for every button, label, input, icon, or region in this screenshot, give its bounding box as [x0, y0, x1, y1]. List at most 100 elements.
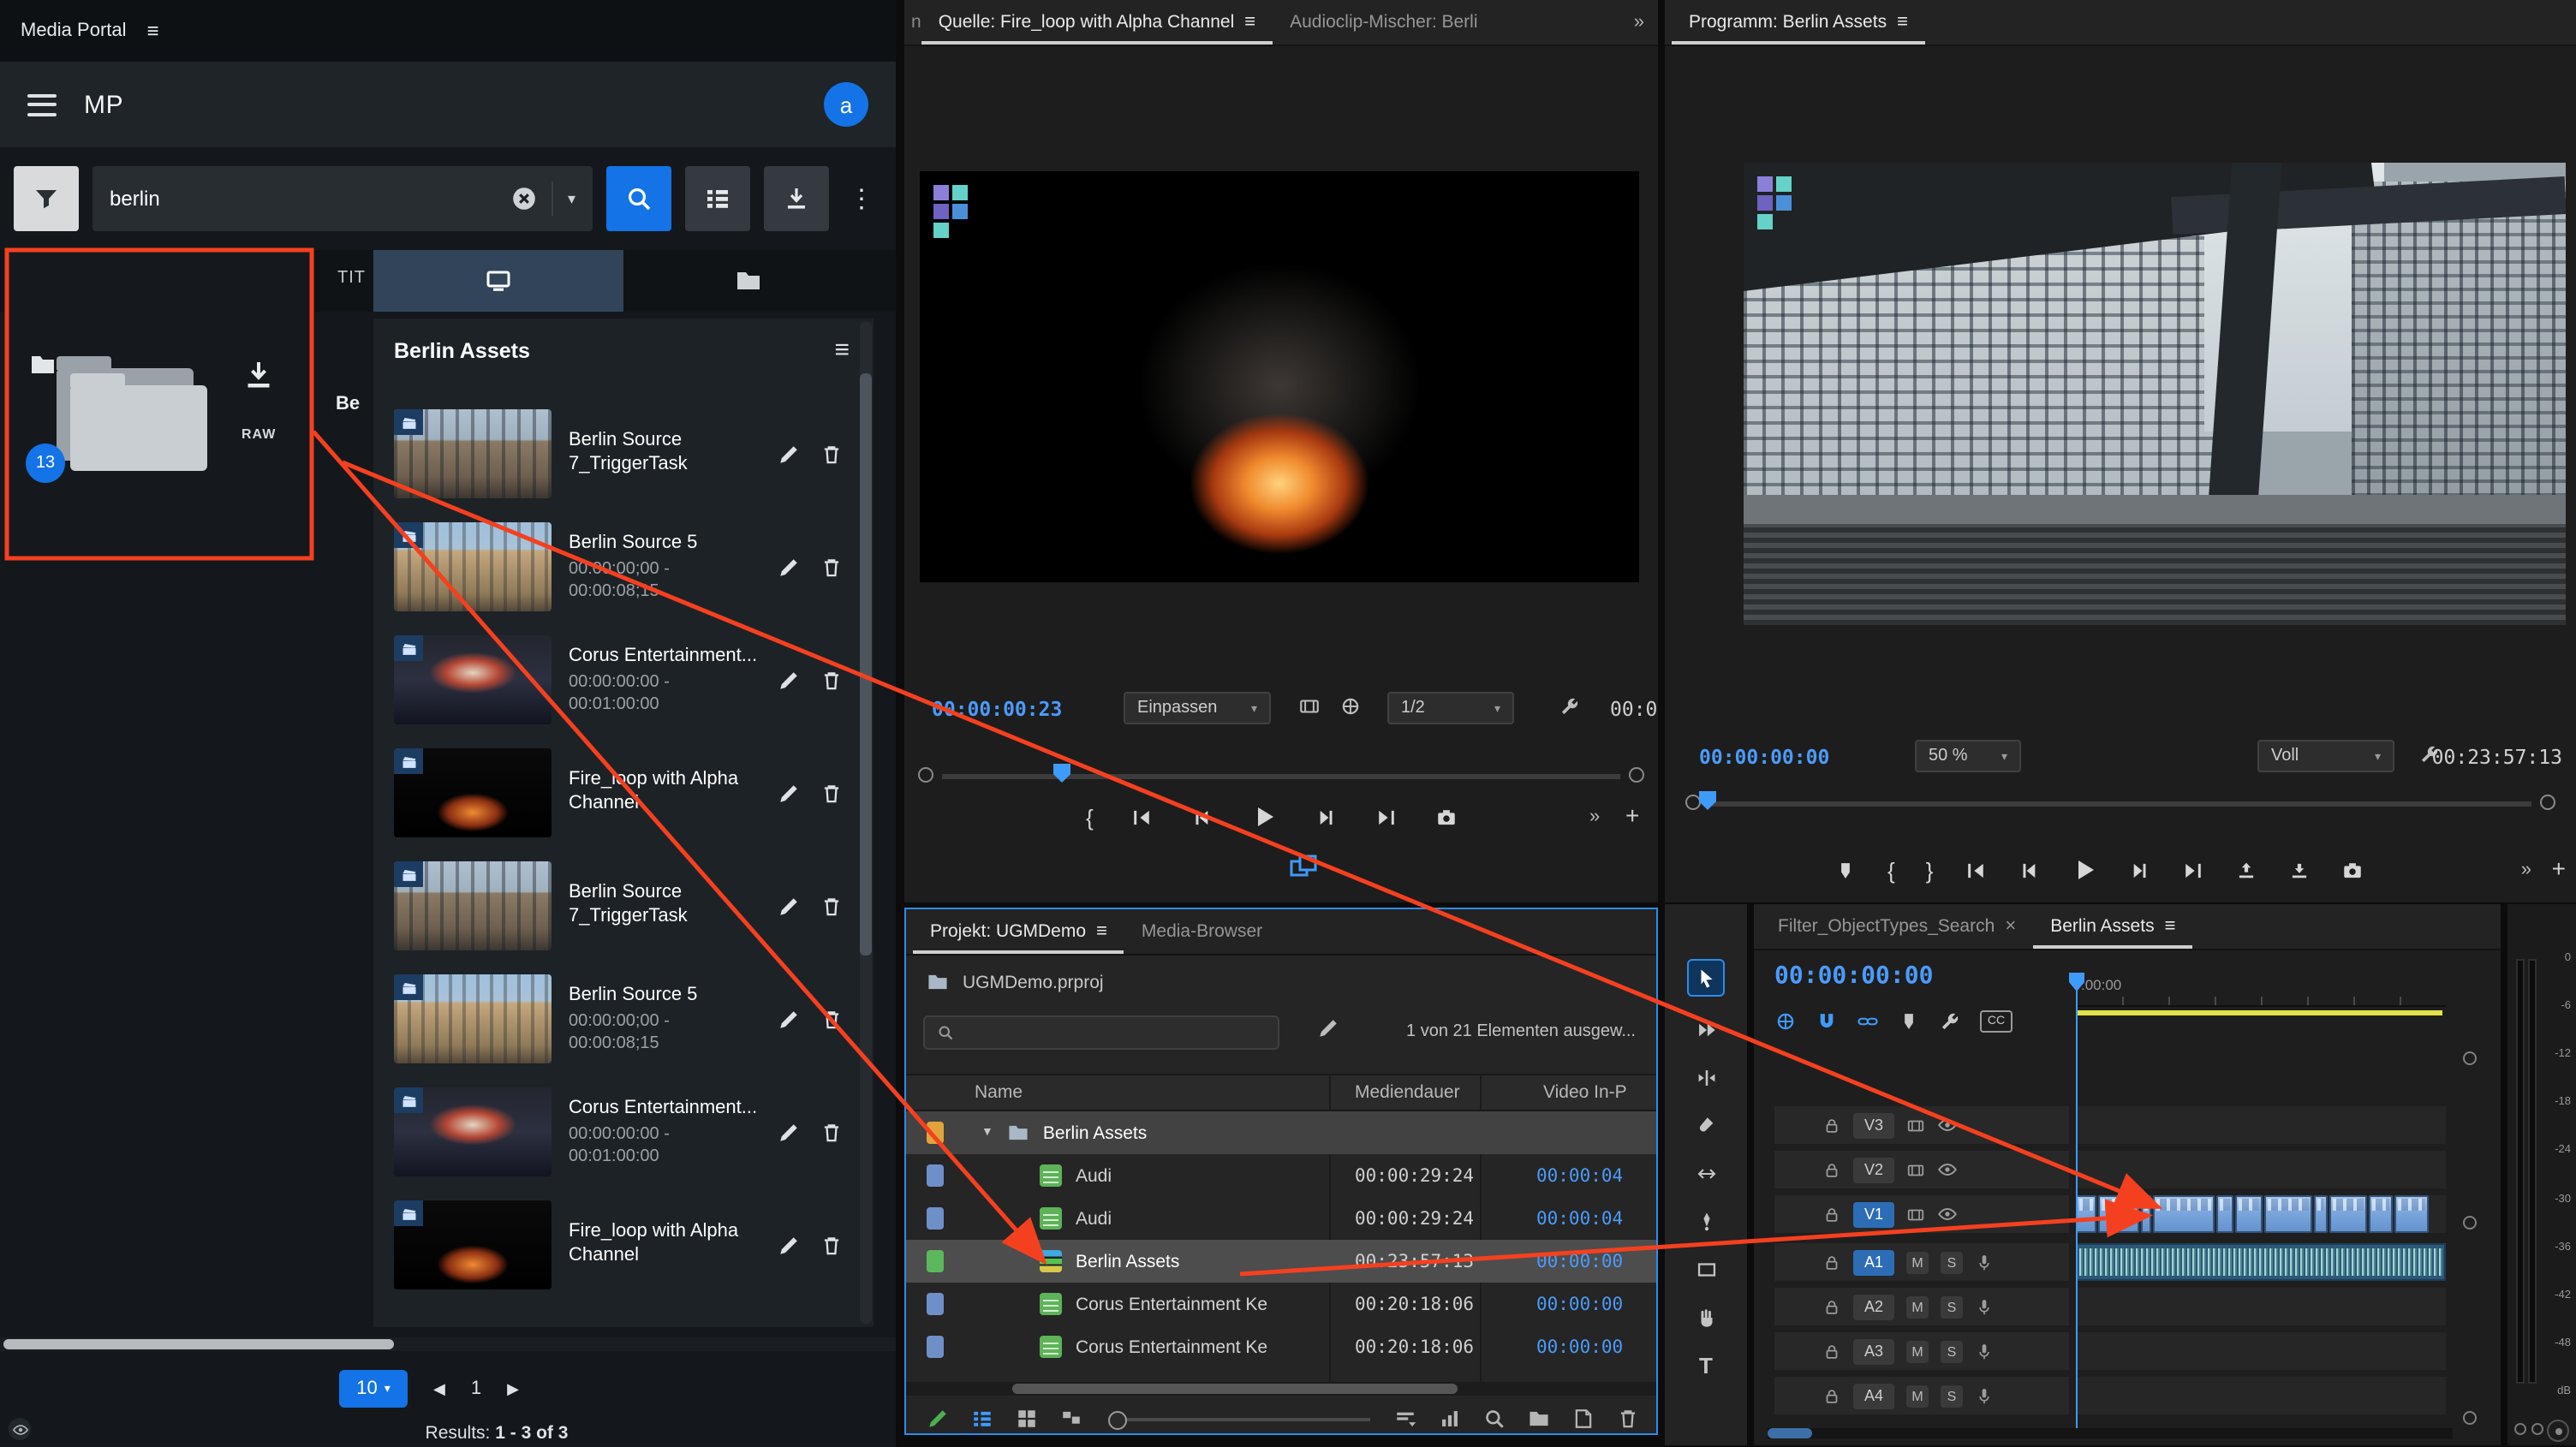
edit-icon[interactable] — [778, 895, 800, 917]
kebab-menu-icon[interactable]: ⋮ — [843, 183, 880, 214]
label-swatch[interactable] — [927, 1164, 944, 1187]
video-clip[interactable] — [2329, 1195, 2367, 1233]
sync-lock-icon[interactable] — [1906, 1205, 1925, 1224]
track-content[interactable] — [2076, 1195, 2446, 1233]
solo-button[interactable]: S — [1941, 1340, 1963, 1362]
edit-icon[interactable] — [778, 1121, 800, 1143]
twirl-open-icon[interactable]: ▼ — [981, 1127, 993, 1139]
scrubber-left-knob[interactable] — [1685, 795, 1701, 810]
output-settings-icon[interactable] — [1298, 695, 1321, 718]
media-list-item[interactable]: Corus Entertainment...00:00:00:00 - 00:0… — [394, 1079, 846, 1185]
edit-icon[interactable] — [778, 443, 800, 465]
fit-dropdown[interactable]: Einpassen▾ — [1124, 692, 1271, 724]
zoom-slider[interactable] — [1112, 1417, 1370, 1420]
table-row[interactable]: Audi 00:00:29:24 00:00:04 — [906, 1154, 1656, 1197]
video-clip[interactable] — [2394, 1195, 2429, 1233]
tab-filter-sequence[interactable]: Filter_ObjectTypes_Search× — [1761, 904, 2033, 949]
panel-menu-icon[interactable]: ≡ — [1897, 12, 1908, 33]
column-video-in[interactable]: Video In-P — [1543, 1082, 1627, 1103]
mic-icon[interactable] — [1975, 1386, 1994, 1405]
delete-icon[interactable] — [820, 1121, 843, 1143]
track-content[interactable] — [2076, 1243, 2446, 1281]
panel-menu-icon[interactable]: ≡ — [834, 336, 850, 365]
toggle-output-eye-icon[interactable] — [1937, 1204, 1958, 1224]
settings-wrench-icon[interactable] — [1559, 695, 1581, 718]
column-name[interactable]: Name — [975, 1082, 1023, 1103]
label-swatch[interactable] — [927, 1250, 944, 1272]
mute-button[interactable]: M — [1906, 1295, 1929, 1318]
go-to-in-icon[interactable] — [1131, 806, 1154, 828]
ripple-edit-tool[interactable] — [1687, 1058, 1725, 1096]
new-item-icon[interactable] — [1572, 1408, 1595, 1430]
slip-tool[interactable] — [1687, 1154, 1725, 1192]
program-video-viewer[interactable] — [1744, 163, 2566, 625]
delete-icon[interactable] — [820, 669, 843, 691]
tab-media-browser[interactable]: Media-Browser — [1124, 909, 1279, 954]
current-page[interactable]: 1 — [471, 1379, 481, 1399]
table-row[interactable]: Audi 00:00:29:24 00:00:04 — [906, 1197, 1656, 1240]
list-view-button[interactable] — [685, 166, 750, 231]
delete-icon[interactable] — [820, 895, 843, 917]
close-icon[interactable]: × — [2005, 916, 2016, 937]
track-content[interactable] — [2076, 1151, 2446, 1188]
tab-project[interactable]: Projekt: UGMDemo≡ — [913, 909, 1124, 954]
go-to-out-icon[interactable] — [1376, 806, 1398, 828]
status-ring-icon[interactable] — [2547, 1420, 2569, 1442]
table-row[interactable]: Corus Entertainment Ke 00:20:18:06 00:00… — [906, 1325, 1656, 1368]
captions-cc-icon[interactable]: CC — [1980, 1010, 2012, 1033]
panel-menu-icon[interactable]: ≡ — [1096, 921, 1107, 942]
clear-icon[interactable] — [511, 185, 539, 212]
edit-icon[interactable] — [778, 556, 800, 578]
horizontal-scrollbar-thumb[interactable] — [1012, 1384, 1458, 1394]
table-row[interactable]: Corus Entertainment Ke 00:20:18:06 00:00… — [906, 1283, 1656, 1325]
video-clip[interactable] — [2216, 1195, 2233, 1233]
transport-overflow-icon[interactable]: » — [1589, 807, 1600, 827]
search-input[interactable] — [110, 187, 498, 211]
track-content[interactable] — [2076, 1288, 2446, 1325]
new-bin-icon[interactable] — [1528, 1408, 1550, 1430]
lock-icon[interactable] — [1822, 1253, 1841, 1271]
scrubber-track[interactable] — [1709, 801, 2531, 807]
delete-icon[interactable] — [820, 1234, 843, 1256]
step-back-icon[interactable] — [1191, 806, 1213, 828]
sync-lock-icon[interactable] — [1906, 1116, 1925, 1134]
toggle-output-eye-icon[interactable] — [1937, 1159, 1958, 1180]
linked-selection-icon[interactable] — [1857, 1010, 1879, 1033]
find-icon[interactable] — [1483, 1408, 1506, 1430]
timeline-scrollbar-thumb[interactable] — [1768, 1428, 1812, 1438]
search-field[interactable]: ▾ — [92, 166, 593, 231]
source-timecode[interactable]: 00:00:00:23 — [932, 697, 1062, 721]
transport-overflow-icon[interactable]: » — [2521, 860, 2531, 880]
table-row-selected[interactable]: Berlin Assets 00:23:57:13 00:00:00 — [906, 1240, 1656, 1283]
horizontal-scrollbar-thumb[interactable] — [3, 1339, 394, 1349]
snap-magnet-icon[interactable] — [1816, 1010, 1838, 1033]
export-frame-icon[interactable] — [1436, 806, 1458, 828]
writable-pencil-icon[interactable] — [927, 1408, 949, 1430]
video-clip[interactable] — [2314, 1195, 2328, 1233]
scrubber-track[interactable] — [942, 774, 1620, 779]
video-clip[interactable] — [2235, 1195, 2263, 1233]
track-label[interactable]: A3 — [1853, 1338, 1894, 1364]
list-view-icon[interactable] — [971, 1408, 993, 1430]
tab-overflow-icon[interactable]: » — [1634, 12, 1651, 33]
source-scrubber[interactable] — [918, 764, 1644, 788]
timeline-playhead[interactable] — [2076, 973, 2078, 1428]
download-icon[interactable] — [242, 358, 276, 392]
timeline-horizontal-scrollbar[interactable] — [1768, 1428, 2453, 1438]
track-content[interactable] — [2076, 1332, 2446, 1370]
step-forward-icon[interactable] — [1316, 806, 1339, 828]
menu-icon[interactable] — [27, 93, 57, 116]
tab-audio-clip-mixer[interactable]: Audioclip-Mischer: Berli — [1273, 0, 1494, 45]
video-clip[interactable] — [2098, 1195, 2139, 1233]
scrubber-right-knob[interactable] — [1629, 767, 1644, 783]
next-page-button[interactable]: ▶ — [507, 1379, 519, 1398]
media-list-item[interactable]: Fire_loop with Alpha Channel — [394, 1192, 846, 1298]
scrollbar-knob[interactable] — [2463, 1411, 2477, 1425]
lock-icon[interactable] — [1822, 1342, 1841, 1361]
lock-icon[interactable] — [1822, 1205, 1841, 1224]
mic-icon[interactable] — [1975, 1297, 1994, 1316]
video-clip[interactable] — [2369, 1195, 2393, 1233]
zoom-level-dropdown[interactable]: 50 %▾ — [1915, 740, 2021, 772]
lock-icon[interactable] — [1822, 1116, 1841, 1134]
source-video-viewer[interactable] — [920, 171, 1639, 582]
